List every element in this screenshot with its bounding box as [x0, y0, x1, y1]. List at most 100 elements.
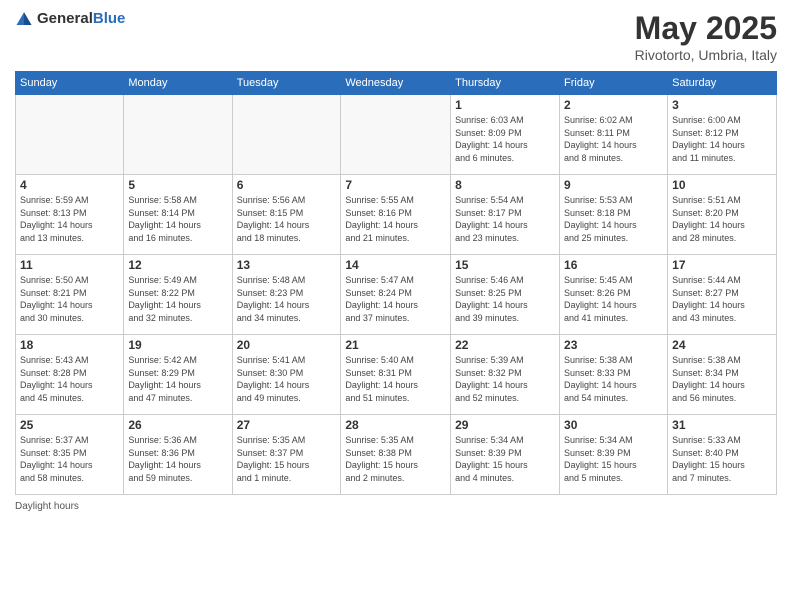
day-info: Sunrise: 5:55 AM Sunset: 8:16 PM Dayligh…: [345, 194, 446, 244]
weekday-header-row: Sunday Monday Tuesday Wednesday Thursday…: [16, 72, 777, 95]
day-number: 9: [564, 178, 663, 192]
day-number: 14: [345, 258, 446, 272]
calendar-cell: 21 Sunrise: 5:40 AM Sunset: 8:31 PM Dayli…: [341, 335, 451, 415]
calendar-cell: 26 Sunrise: 5:36 AM Sunset: 8:36 PM Dayli…: [124, 415, 232, 495]
calendar-cell: 20 Sunrise: 5:41 AM Sunset: 8:30 PM Dayli…: [232, 335, 341, 415]
calendar-cell: 14 Sunrise: 5:47 AM Sunset: 8:24 PM Dayli…: [341, 255, 451, 335]
calendar-cell: [232, 95, 341, 175]
calendar-cell: 22 Sunrise: 5:39 AM Sunset: 8:32 PM Dayli…: [451, 335, 560, 415]
day-info: Sunrise: 5:47 AM Sunset: 8:24 PM Dayligh…: [345, 274, 446, 324]
day-number: 22: [455, 338, 555, 352]
calendar-table: Sunday Monday Tuesday Wednesday Thursday…: [15, 71, 777, 495]
day-number: 24: [672, 338, 772, 352]
day-info: Sunrise: 5:38 AM Sunset: 8:33 PM Dayligh…: [564, 354, 663, 404]
page: GeneralBlue May 2025 Rivotorto, Umbria, …: [0, 0, 792, 612]
day-info: Sunrise: 5:45 AM Sunset: 8:26 PM Dayligh…: [564, 274, 663, 324]
day-info: Sunrise: 5:37 AM Sunset: 8:35 PM Dayligh…: [20, 434, 119, 484]
day-number: 27: [237, 418, 337, 432]
calendar-cell: 10Sunrise: 5:51 AM Sunset: 8:20 PM Dayli…: [668, 175, 777, 255]
footer-note: Daylight hours: [15, 501, 777, 512]
day-number: 28: [345, 418, 446, 432]
calendar-cell: 18 Sunrise: 5:43 AM Sunset: 8:28 PM Dayli…: [16, 335, 124, 415]
week-row-4: 18 Sunrise: 5:43 AM Sunset: 8:28 PM Dayli…: [16, 335, 777, 415]
logo-general: General: [37, 10, 93, 27]
day-info: Sunrise: 5:50 AM Sunset: 8:21 PM Dayligh…: [20, 274, 119, 324]
title-month: May 2025: [635, 10, 777, 47]
day-info: Sunrise: 5:53 AM Sunset: 8:18 PM Dayligh…: [564, 194, 663, 244]
day-number: 31: [672, 418, 772, 432]
calendar-cell: 17 Sunrise: 5:44 AM Sunset: 8:27 PM Dayli…: [668, 255, 777, 335]
day-info: Sunrise: 5:42 AM Sunset: 8:29 PM Dayligh…: [128, 354, 227, 404]
day-info: Sunrise: 5:51 AM Sunset: 8:20 PM Dayligh…: [672, 194, 772, 244]
day-info: Sunrise: 5:56 AM Sunset: 8:15 PM Dayligh…: [237, 194, 337, 244]
day-info: Sunrise: 5:58 AM Sunset: 8:14 PM Dayligh…: [128, 194, 227, 244]
calendar-cell: 9 Sunrise: 5:53 AM Sunset: 8:18 PM Daylig…: [560, 175, 668, 255]
day-info: Sunrise: 5:44 AM Sunset: 8:27 PM Dayligh…: [672, 274, 772, 324]
calendar-cell: 3 Sunrise: 6:00 AM Sunset: 8:12 PM Daylig…: [668, 95, 777, 175]
day-info: Sunrise: 5:40 AM Sunset: 8:31 PM Dayligh…: [345, 354, 446, 404]
day-number: 18: [20, 338, 119, 352]
calendar-cell: 11Sunrise: 5:50 AM Sunset: 8:21 PM Dayli…: [16, 255, 124, 335]
header-saturday: Saturday: [668, 72, 777, 95]
day-number: 17: [672, 258, 772, 272]
header: GeneralBlue May 2025 Rivotorto, Umbria, …: [15, 10, 777, 63]
daylight-label: Daylight hours: [15, 501, 79, 512]
calendar-cell: 16 Sunrise: 5:45 AM Sunset: 8:26 PM Dayli…: [560, 255, 668, 335]
calendar-cell: [124, 95, 232, 175]
logo-text: GeneralBlue: [37, 10, 125, 28]
day-info: Sunrise: 5:35 AM Sunset: 8:37 PM Dayligh…: [237, 434, 337, 484]
day-number: 21: [345, 338, 446, 352]
day-info: Sunrise: 5:34 AM Sunset: 8:39 PM Dayligh…: [455, 434, 555, 484]
title-location: Rivotorto, Umbria, Italy: [635, 47, 777, 63]
day-number: 26: [128, 418, 227, 432]
day-info: Sunrise: 5:43 AM Sunset: 8:28 PM Dayligh…: [20, 354, 119, 404]
day-number: 2: [564, 98, 663, 112]
day-number: 8: [455, 178, 555, 192]
calendar-cell: 12 Sunrise: 5:49 AM Sunset: 8:22 PM Dayli…: [124, 255, 232, 335]
day-info: Sunrise: 5:41 AM Sunset: 8:30 PM Dayligh…: [237, 354, 337, 404]
day-number: 1: [455, 98, 555, 112]
day-number: 23: [564, 338, 663, 352]
header-thursday: Thursday: [451, 72, 560, 95]
day-number: 20: [237, 338, 337, 352]
week-row-2: 4Sunrise: 5:59 AM Sunset: 8:13 PM Daylig…: [16, 175, 777, 255]
day-info: Sunrise: 5:46 AM Sunset: 8:25 PM Dayligh…: [455, 274, 555, 324]
day-info: Sunrise: 5:54 AM Sunset: 8:17 PM Dayligh…: [455, 194, 555, 244]
logo-icon: [15, 10, 33, 28]
day-number: 15: [455, 258, 555, 272]
calendar-cell: 31Sunrise: 5:33 AM Sunset: 8:40 PM Dayli…: [668, 415, 777, 495]
calendar-cell: 8 Sunrise: 5:54 AM Sunset: 8:17 PM Daylig…: [451, 175, 560, 255]
day-number: 25: [20, 418, 119, 432]
day-number: 16: [564, 258, 663, 272]
day-number: 30: [564, 418, 663, 432]
calendar-cell: 2Sunrise: 6:02 AM Sunset: 8:11 PM Daylig…: [560, 95, 668, 175]
day-info: Sunrise: 5:39 AM Sunset: 8:32 PM Dayligh…: [455, 354, 555, 404]
day-number: 12: [128, 258, 227, 272]
title-block: May 2025 Rivotorto, Umbria, Italy: [635, 10, 777, 63]
calendar-cell: [16, 95, 124, 175]
calendar-cell: 30 Sunrise: 5:34 AM Sunset: 8:39 PM Dayli…: [560, 415, 668, 495]
day-info: Sunrise: 6:00 AM Sunset: 8:12 PM Dayligh…: [672, 114, 772, 164]
calendar-body: 1 Sunrise: 6:03 AM Sunset: 8:09 PM Daylig…: [16, 95, 777, 495]
header-tuesday: Tuesday: [232, 72, 341, 95]
day-info: Sunrise: 6:03 AM Sunset: 8:09 PM Dayligh…: [455, 114, 555, 164]
day-info: Sunrise: 5:49 AM Sunset: 8:22 PM Dayligh…: [128, 274, 227, 324]
header-friday: Friday: [560, 72, 668, 95]
day-info: Sunrise: 5:36 AM Sunset: 8:36 PM Dayligh…: [128, 434, 227, 484]
calendar-cell: 29Sunrise: 5:34 AM Sunset: 8:39 PM Dayli…: [451, 415, 560, 495]
day-info: Sunrise: 5:48 AM Sunset: 8:23 PM Dayligh…: [237, 274, 337, 324]
calendar-cell: 4Sunrise: 5:59 AM Sunset: 8:13 PM Daylig…: [16, 175, 124, 255]
week-row-5: 25 Sunrise: 5:37 AM Sunset: 8:35 PM Dayli…: [16, 415, 777, 495]
week-row-1: 1 Sunrise: 6:03 AM Sunset: 8:09 PM Daylig…: [16, 95, 777, 175]
calendar-cell: 1 Sunrise: 6:03 AM Sunset: 8:09 PM Daylig…: [451, 95, 560, 175]
day-number: 3: [672, 98, 772, 112]
day-info: Sunrise: 5:34 AM Sunset: 8:39 PM Dayligh…: [564, 434, 663, 484]
header-sunday: Sunday: [16, 72, 124, 95]
day-info: Sunrise: 5:59 AM Sunset: 8:13 PM Dayligh…: [20, 194, 119, 244]
calendar-cell: 15 Sunrise: 5:46 AM Sunset: 8:25 PM Dayli…: [451, 255, 560, 335]
day-number: 19: [128, 338, 227, 352]
calendar-cell: 13Sunrise: 5:48 AM Sunset: 8:23 PM Dayli…: [232, 255, 341, 335]
calendar-cell: [341, 95, 451, 175]
calendar-cell: 24Sunrise: 5:38 AM Sunset: 8:34 PM Dayli…: [668, 335, 777, 415]
header-monday: Monday: [124, 72, 232, 95]
